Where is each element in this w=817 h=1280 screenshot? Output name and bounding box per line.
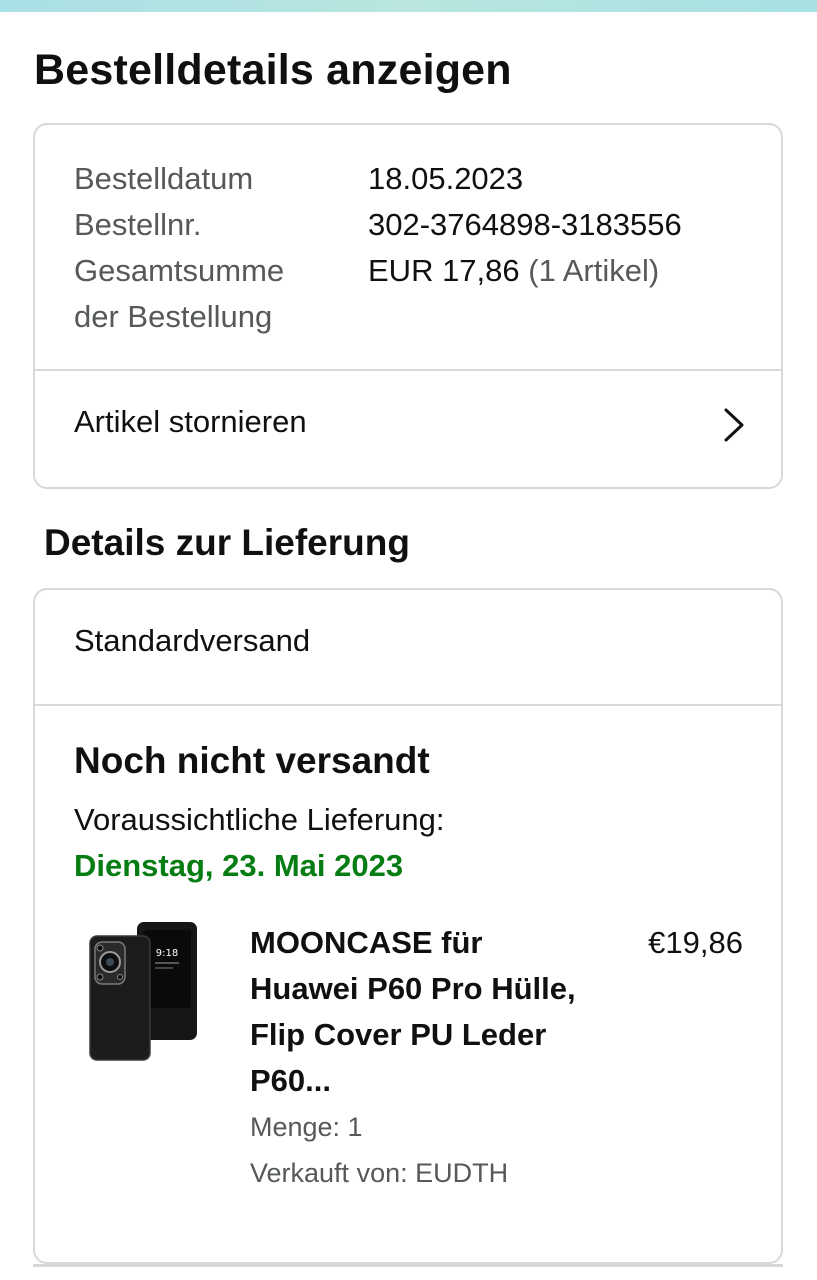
order-date-value: 18.05.2023 xyxy=(368,161,524,196)
bottom-divider xyxy=(33,1264,783,1267)
product-seller: Verkauft von: EUDTH xyxy=(250,1158,509,1188)
delivery-divider xyxy=(35,704,781,706)
product-quantity: Menge: 1 xyxy=(250,1112,363,1142)
product-image[interactable]: 9:18 xyxy=(85,920,200,1062)
eta-date: Dienstag, 23. Mai 2023 xyxy=(74,848,404,883)
product-title-link[interactable]: MOONCASE für Huawei P60 Pro Hülle, Flip … xyxy=(250,920,590,1104)
cancel-items-label: Artikel stornieren xyxy=(74,404,307,439)
delivery-card: Standardversand Noch nicht versandt Vora… xyxy=(33,588,783,1264)
cancel-items-row[interactable]: Artikel stornieren xyxy=(35,371,781,487)
order-total-label-line2: der Bestellung xyxy=(74,299,273,334)
order-number-label: Bestellnr. xyxy=(74,207,202,242)
product-price: €19,86 xyxy=(648,925,743,960)
page-title: Bestelldetails anzeigen xyxy=(34,46,512,94)
product-thumb-time: 9:18 xyxy=(156,948,178,959)
order-summary-card: Bestelldatum 18.05.2023 Bestellnr. 302-3… xyxy=(33,123,783,489)
shipment-status: Noch nicht versandt xyxy=(74,740,430,781)
order-total-value-wrap: EUR 17,86 (1 Artikel) xyxy=(368,248,659,294)
order-total-value: EUR 17,86 xyxy=(368,253,520,288)
order-item-count: (1 Artikel) xyxy=(528,253,660,288)
order-date-label: Bestelldatum xyxy=(74,161,254,196)
top-accent-strip xyxy=(0,0,817,12)
delivery-section-title: Details zur Lieferung xyxy=(44,522,410,563)
shipping-method: Standardversand xyxy=(74,623,311,658)
order-number-value: 302-3764898-3183556 xyxy=(368,207,682,242)
eta-label: Voraussichtliche Lieferung: xyxy=(74,802,445,837)
chevron-right-icon xyxy=(724,408,744,442)
order-total-label-line1: Gesamtsumme xyxy=(74,253,285,288)
